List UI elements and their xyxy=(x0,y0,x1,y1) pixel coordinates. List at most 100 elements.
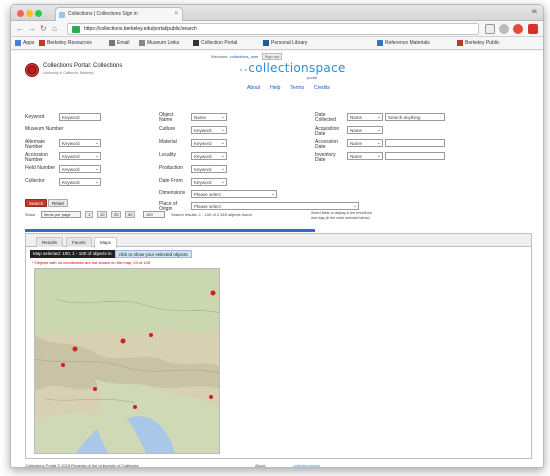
material-input[interactable]: Keyword ⌄ xyxy=(191,139,227,147)
bookmark-icon xyxy=(377,40,383,46)
bookmark-item[interactable]: Berkeley Resources xyxy=(39,40,92,46)
bookmark-item[interactable]: Museum Links xyxy=(139,40,179,46)
forward-arrow-icon[interactable]: → xyxy=(28,24,36,34)
page-size-10[interactable]: 10 xyxy=(97,211,108,218)
bookmarks-bar: Apps Berkeley Resources Email Museum Lin… xyxy=(11,37,543,50)
accession-date-range-input[interactable] xyxy=(385,139,445,147)
chrome-menu-circle-icon[interactable] xyxy=(499,24,509,34)
dropdown-arrow-icon: ⌄ xyxy=(270,191,275,197)
browser-tab-active[interactable]: Collections | Collections Sign in × xyxy=(55,7,183,21)
menu-icon[interactable] xyxy=(528,24,538,34)
minimize-window-button[interactable] xyxy=(26,10,33,17)
map-marker-icon xyxy=(61,363,65,367)
results-show-label: Show xyxy=(25,212,36,217)
accession-date-input[interactable]: Name ⌄ xyxy=(347,139,383,147)
address-bar[interactable]: https://collections.berkeley.edu/portal/… xyxy=(67,23,479,35)
inventory-date-input[interactable]: Name ⌄ xyxy=(347,152,383,160)
alternate-number-input[interactable]: Keyword ⌄ xyxy=(59,139,101,147)
bookmark-item[interactable]: Apps xyxy=(15,40,34,46)
museum-logo[interactable]: Collections Portal: Collections Universi… xyxy=(25,63,122,77)
tab-facets[interactable]: Facets xyxy=(66,237,92,247)
page-size-1[interactable]: 1 xyxy=(85,211,94,218)
dropdown-arrow-icon: ⌄ xyxy=(352,203,357,209)
collectionspace-logo[interactable]: ∙∙collectionspace xyxy=(239,61,346,75)
welcome-bar: Welcome, collections_user Sign out xyxy=(211,53,283,60)
welcome-user-link[interactable]: collections_user xyxy=(230,54,259,59)
bookmark-icon xyxy=(109,40,115,46)
label-inventory-date: Inventory Date xyxy=(315,152,336,163)
footer-about-link[interactable]: About xyxy=(255,463,265,467)
signout-button[interactable]: Sign out xyxy=(261,53,283,60)
reset-button[interactable]: Reset xyxy=(48,199,68,207)
culture-input[interactable]: Keyword ⌄ xyxy=(191,126,227,134)
tab-close-icon[interactable]: × xyxy=(174,11,178,17)
page-footer: Collections Portal © 2015 Regents of the… xyxy=(25,463,525,467)
footer-brand-link[interactable]: collectionspace xyxy=(293,463,320,467)
label-dimensions: Dimensions xyxy=(159,190,186,196)
bookmark-item[interactable]: Berkeley Public xyxy=(457,40,499,46)
zoom-window-button[interactable] xyxy=(35,10,42,17)
bookmark-item[interactable]: Personal Library xyxy=(263,40,307,46)
home-icon[interactable]: ⌂ xyxy=(52,24,57,34)
back-arrow-icon[interactable]: ← xyxy=(16,24,24,34)
dimensions-select[interactable]: Please select ⌄ xyxy=(191,190,277,198)
map-show-selected-button[interactable]: click to show your selected objects xyxy=(114,250,192,258)
keyword-input[interactable]: Keyword xyxy=(59,113,101,121)
extensions-icon[interactable] xyxy=(485,24,495,34)
map-marker-icon xyxy=(133,405,137,409)
label-field-number: Field Number xyxy=(25,165,56,171)
label-accession-number: Accession Number xyxy=(25,152,48,163)
object-map[interactable] xyxy=(34,268,220,454)
label-production: Production xyxy=(159,165,183,171)
opera-icon[interactable] xyxy=(513,24,523,34)
reload-icon[interactable]: ↻ xyxy=(40,24,47,34)
search-button[interactable]: Search xyxy=(25,199,48,207)
label-locality: Locality xyxy=(159,152,176,158)
map-warning: * Objects with no coordinates are not sh… xyxy=(32,260,151,265)
bookmark-item[interactable]: Collection Portal xyxy=(193,40,237,46)
dropdown-arrow-icon: ⌄ xyxy=(94,179,99,185)
accession-number-input[interactable]: Keyword ⌄ xyxy=(59,152,101,160)
dropdown-arrow-icon: ⌄ xyxy=(220,153,225,159)
tab-maps[interactable]: Maps xyxy=(94,237,118,248)
locality-input[interactable]: Keyword ⌄ xyxy=(191,152,227,160)
nav-link-help[interactable]: Help xyxy=(270,85,280,91)
page-size-25[interactable]: 25 xyxy=(111,211,122,218)
lock-icon xyxy=(72,26,80,33)
date-from-input[interactable]: Keyword ⌄ xyxy=(191,178,227,186)
map-graphic xyxy=(35,269,219,453)
collector-input[interactable]: Keyword ⌄ xyxy=(59,178,101,186)
page-size-select[interactable]: 100 xyxy=(143,211,165,218)
tab-results[interactable]: Results xyxy=(36,237,64,247)
dropdown-arrow-icon: ⌄ xyxy=(376,127,381,133)
bookmark-item[interactable]: Reference Materials xyxy=(377,40,430,46)
dropdown-arrow-icon: ⌄ xyxy=(220,127,225,133)
map-marker-icon xyxy=(72,346,78,352)
bookmark-item[interactable]: Email xyxy=(109,40,130,46)
object-name-input[interactable]: Name ⌄ xyxy=(191,113,227,121)
production-input[interactable]: Keyword ⌄ xyxy=(191,165,227,173)
dropdown-arrow-icon: ⌄ xyxy=(376,153,381,159)
label-museum-number: Museum Number xyxy=(25,126,64,132)
map-marker-icon xyxy=(149,333,153,337)
nav-link-about[interactable]: About xyxy=(247,85,260,91)
page-size-50[interactable]: 50 xyxy=(125,211,136,218)
per-page-select[interactable]: Items per page xyxy=(41,211,81,218)
inventory-date-range-input[interactable] xyxy=(385,152,445,160)
nav-link-terms[interactable]: Terms xyxy=(290,85,304,91)
label-material: Material xyxy=(159,139,177,145)
results-progress-bar xyxy=(25,229,315,232)
results-toolbar: Show Items per page 1 10 25 50 100 Searc… xyxy=(25,211,525,225)
date-collected-range-input[interactable]: Search anything xyxy=(385,113,445,121)
field-number-input[interactable]: Keyword ⌄ xyxy=(59,165,101,173)
acquisition-date-input[interactable]: Name ⌄ xyxy=(347,126,383,134)
bookmark-icon xyxy=(193,40,199,46)
profile-label[interactable]: dk xyxy=(532,9,537,15)
tab-bar: Collections | Collections Sign in × dk xyxy=(11,5,543,21)
nav-link-credits[interactable]: Credits xyxy=(314,85,330,91)
apps-icon xyxy=(15,40,21,46)
welcome-text: Welcome, xyxy=(211,54,229,59)
date-collected-input[interactable]: Name ⌄ xyxy=(347,113,383,121)
place-of-origin-select[interactable]: Please select ⌄ xyxy=(191,202,359,210)
close-window-button[interactable] xyxy=(17,10,24,17)
